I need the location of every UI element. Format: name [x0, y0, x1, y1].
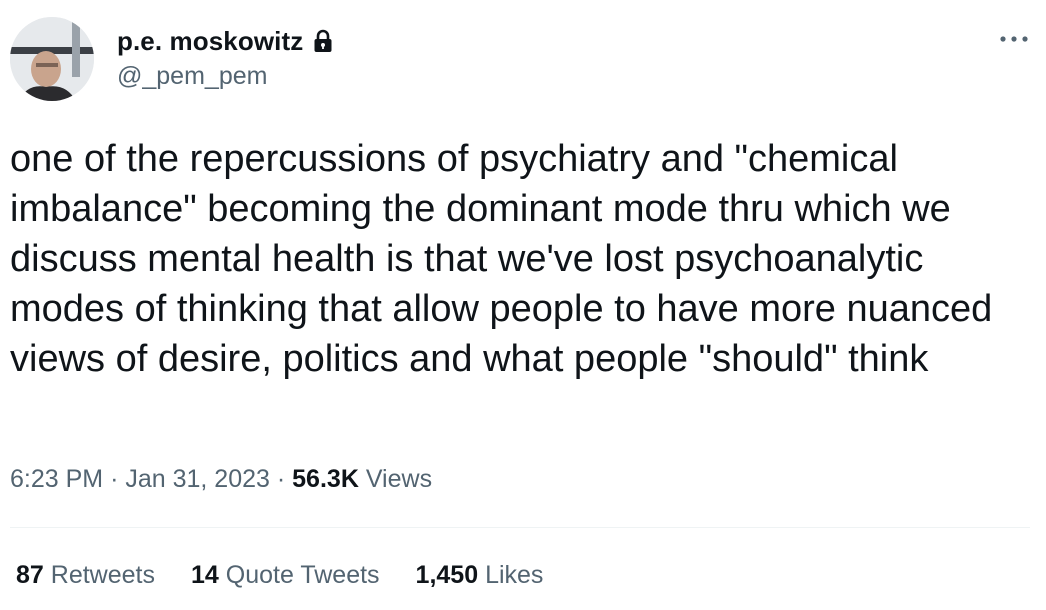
tweet-detail: p.e. moskowitz @_pem_pem one of the repe…: [0, 0, 1046, 610]
tweet-date[interactable]: Jan 31, 2023: [125, 465, 270, 493]
display-name-row[interactable]: p.e. moskowitz: [117, 26, 336, 56]
likes-count: 1,450: [415, 561, 479, 589]
ellipsis-icon: [1000, 36, 1028, 42]
retweets-stat[interactable]: 87 Retweets: [16, 561, 155, 590]
tweet-meta: 6:23 PM · Jan 31, 2023 · 56.3K Views: [10, 465, 432, 494]
quote-tweets-stat[interactable]: 14 Quote Tweets: [191, 561, 380, 590]
more-options-button[interactable]: [996, 24, 1032, 54]
lock-icon: [310, 28, 336, 54]
quotes-count: 14: [190, 561, 219, 589]
likes-label: Likes: [485, 561, 544, 589]
views-label: Views: [365, 465, 433, 493]
user-handle[interactable]: @_pem_pem: [117, 62, 267, 91]
quotes-label: Quote Tweets: [225, 561, 380, 589]
meta-separator: ·: [110, 465, 119, 493]
views-count: 56.3K: [292, 465, 359, 493]
engagement-stats: 87 Retweets 14 Quote Tweets 1,450 Likes: [16, 561, 579, 590]
retweets-count: 87: [16, 561, 44, 589]
avatar-image: [10, 17, 94, 101]
meta-separator-2: ·: [276, 465, 286, 493]
views[interactable]: 56.3K Views: [292, 465, 432, 493]
tweet-time[interactable]: 6:23 PM: [10, 465, 103, 493]
avatar[interactable]: [10, 17, 94, 101]
likes-stat[interactable]: 1,450 Likes: [416, 561, 544, 590]
retweets-label: Retweets: [50, 561, 155, 589]
divider: [10, 527, 1030, 528]
tweet-text: one of the repercussions of psychiatry a…: [10, 138, 1003, 380]
display-name[interactable]: p.e. moskowitz: [117, 26, 303, 57]
